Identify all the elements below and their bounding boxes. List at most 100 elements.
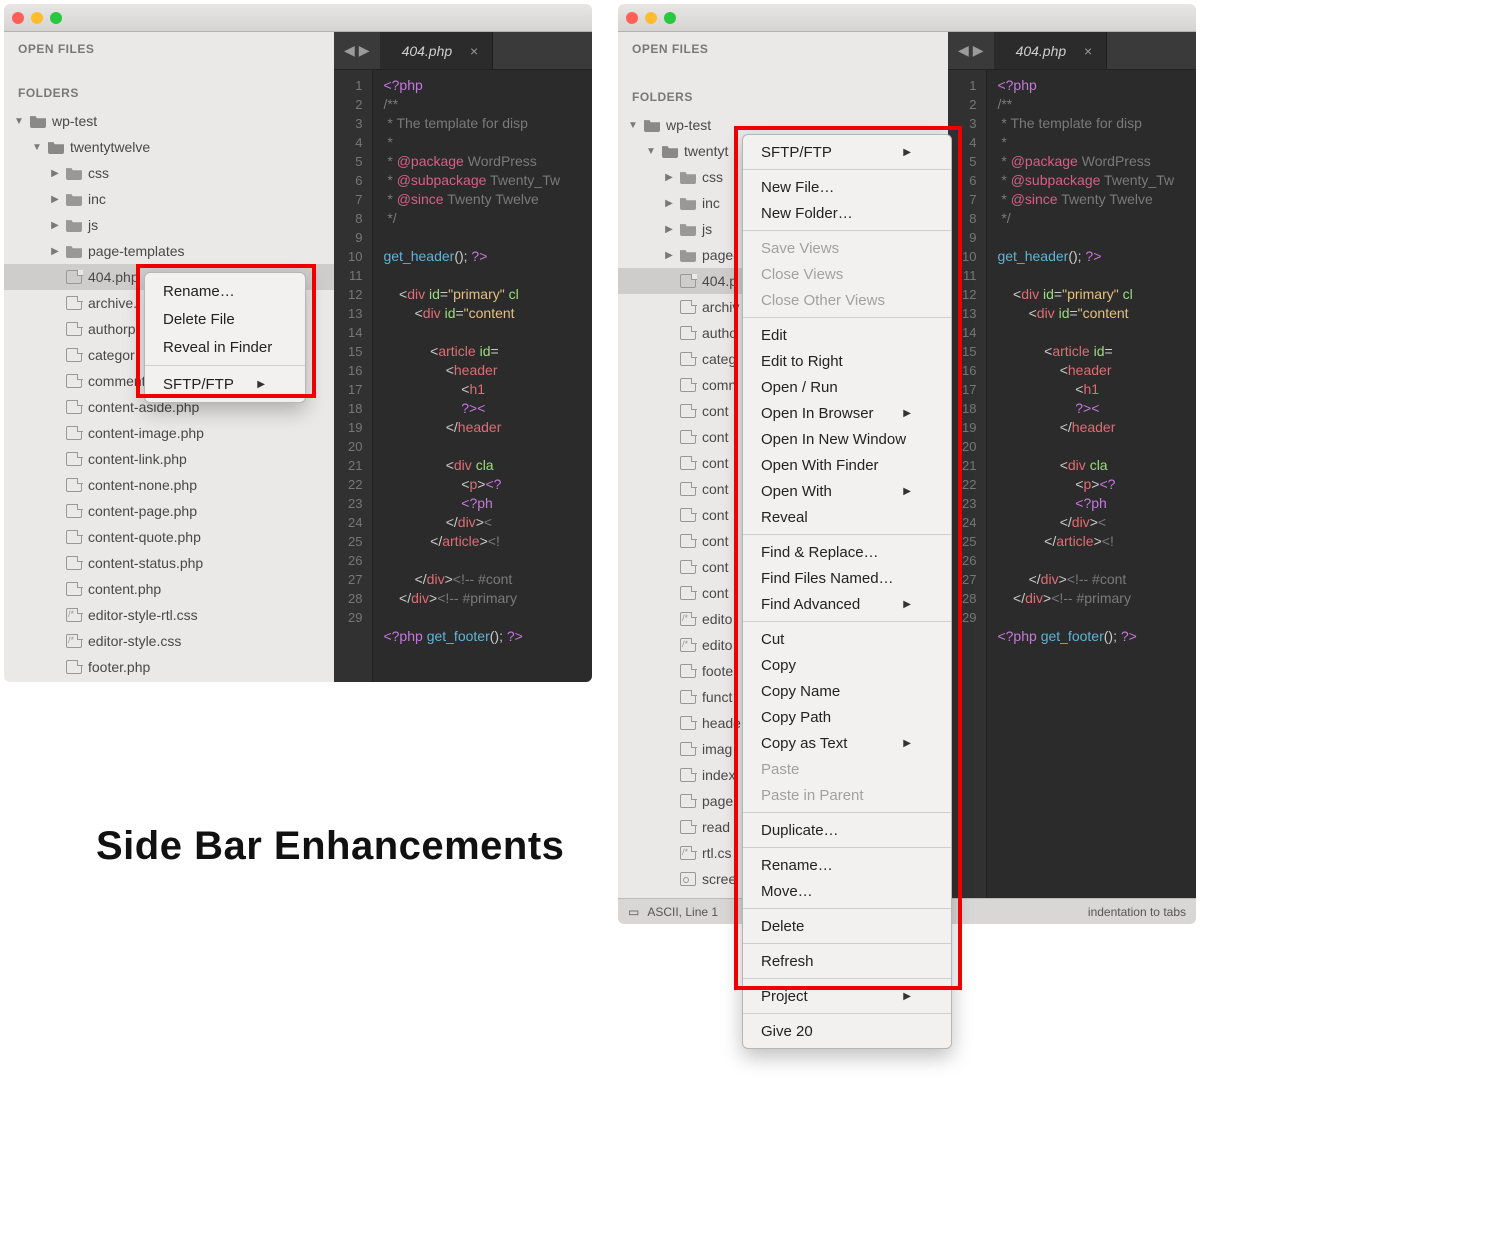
tree-label: comn	[702, 377, 736, 393]
tree-row[interactable]: content-image.php	[4, 420, 334, 446]
disclosure-icon[interactable]: ▼	[14, 116, 24, 127]
tree-label: page-templates	[88, 243, 185, 259]
file-icon	[66, 270, 82, 284]
menu-item[interactable]: Project	[743, 983, 951, 1009]
tab-404[interactable]: 404.php ×	[994, 32, 1108, 69]
tree-row[interactable]: content-status.php	[4, 550, 334, 576]
tree-row[interactable]: ▼ twentytwelve	[4, 134, 334, 160]
menu-item[interactable]: SFTP/FTP	[145, 370, 305, 398]
folder-icon	[66, 218, 82, 232]
menu-item[interactable]: Open With Finder	[743, 452, 951, 478]
disclosure-icon[interactable]: ▶	[50, 168, 60, 179]
menu-item[interactable]: Open / Run	[743, 374, 951, 400]
file-icon	[66, 660, 82, 674]
disclosure-icon[interactable]: ▼	[628, 120, 638, 131]
tree-row[interactable]: content.php	[4, 576, 334, 602]
menu-item[interactable]: Duplicate…	[743, 817, 951, 843]
menu-item[interactable]: Open In New Window	[743, 426, 951, 452]
menu-item[interactable]: Rename…	[743, 852, 951, 878]
tree-label: cont	[702, 403, 728, 419]
menu-item[interactable]: Reveal	[743, 504, 951, 530]
menu-item[interactable]: Rename…	[145, 277, 305, 305]
disclosure-icon[interactable]: ▼	[32, 142, 42, 153]
menu-separator	[743, 621, 951, 622]
menu-item[interactable]: Find Files Named…	[743, 565, 951, 591]
menu-item[interactable]: Find Advanced	[743, 591, 951, 617]
menu-item[interactable]: Move…	[743, 878, 951, 904]
disclosure-icon[interactable]: ▶	[50, 194, 60, 205]
tree-row[interactable]: footer.php	[4, 654, 334, 680]
context-menu-big[interactable]: SFTP/FTPNew File…New Folder…Save ViewsCl…	[742, 134, 952, 1049]
menu-label: Paste	[761, 761, 799, 778]
disclosure-icon[interactable]: ▶	[50, 220, 60, 231]
minimize-icon[interactable]	[645, 12, 657, 24]
tree-row[interactable]: content-link.php	[4, 446, 334, 472]
close-icon[interactable]	[12, 12, 24, 24]
tab-close-icon[interactable]: ×	[470, 43, 478, 59]
tab-close-icon[interactable]: ×	[1084, 43, 1092, 59]
menu-item[interactable]: Copy Name	[743, 678, 951, 704]
disclosure-icon[interactable]: ▶	[50, 246, 60, 257]
tree-row[interactable]: ▶ css	[4, 160, 334, 186]
menu-label: Move…	[761, 883, 813, 900]
file-icon	[66, 582, 82, 596]
tree-row[interactable]: editor-style-rtl.css	[4, 602, 334, 628]
nav-prev-icon[interactable]: ◀	[344, 42, 355, 59]
code-lines[interactable]: <?php/** * The template for disp * * @pa…	[987, 70, 1174, 898]
tab-404[interactable]: 404.php ×	[380, 32, 494, 69]
menu-item[interactable]: SFTP/FTP	[743, 139, 951, 165]
menu-item[interactable]: Open With	[743, 478, 951, 504]
menu-label: Close Other Views	[761, 292, 885, 309]
menu-item[interactable]: Open In Browser	[743, 400, 951, 426]
close-icon[interactable]	[626, 12, 638, 24]
menu-item[interactable]: Copy Path	[743, 704, 951, 730]
zoom-icon[interactable]	[50, 12, 62, 24]
menu-item[interactable]: Delete File	[145, 305, 305, 333]
disclosure-icon[interactable]: ▶	[664, 224, 674, 235]
tree-row[interactable]: ▶ js	[4, 212, 334, 238]
tree-row[interactable]: ▶ page-templates	[4, 238, 334, 264]
file-icon	[66, 374, 82, 388]
tree-row[interactable]: content-none.php	[4, 472, 334, 498]
menu-item[interactable]: Reveal in Finder	[145, 333, 305, 361]
tree-label: inc	[88, 191, 106, 207]
disclosure-icon[interactable]: ▶	[664, 250, 674, 261]
titlebar[interactable]	[618, 4, 1196, 32]
menu-item[interactable]: Refresh	[743, 948, 951, 974]
disclosure-icon[interactable]: ▶	[664, 172, 674, 183]
disclosure-icon[interactable]: ▶	[664, 198, 674, 209]
tree-row[interactable]: content-page.php	[4, 498, 334, 524]
menu-item[interactable]: Copy	[743, 652, 951, 678]
nav-next-icon[interactable]: ▶	[359, 42, 370, 59]
code-lines[interactable]: <?php/** * The template for disp * * @pa…	[373, 70, 560, 682]
menu-item[interactable]: Copy as Text	[743, 730, 951, 756]
file-icon	[680, 612, 696, 626]
tree-row[interactable]: content-quote.php	[4, 524, 334, 550]
tree-label: edito	[702, 611, 732, 627]
titlebar[interactable]	[4, 4, 592, 32]
menu-item[interactable]: Edit to Right	[743, 348, 951, 374]
tree-row[interactable]: ▶ inc	[4, 186, 334, 212]
editor[interactable]: ◀ ▶ 404.php × 12345678910111213141516171…	[334, 32, 592, 682]
editor[interactable]: ◀ ▶ 404.php × 12345678910111213141516171…	[948, 32, 1196, 898]
context-menu-small[interactable]: Rename…Delete FileReveal in Finder SFTP/F…	[144, 272, 306, 403]
file-icon	[66, 400, 82, 414]
folder-icon	[680, 222, 696, 236]
tree-row[interactable]: ▼ wp-test	[4, 108, 334, 134]
menu-item[interactable]: Edit	[743, 322, 951, 348]
nav-next-icon[interactable]: ▶	[973, 42, 984, 59]
tree-label: js	[702, 221, 712, 237]
menu-item[interactable]: Find & Replace…	[743, 539, 951, 565]
nav-prev-icon[interactable]: ◀	[958, 42, 969, 59]
tree-row[interactable]: editor-style.css	[4, 628, 334, 654]
tree-label: cont	[702, 533, 728, 549]
menu-item[interactable]: New Folder…	[743, 200, 951, 226]
minimize-icon[interactable]	[31, 12, 43, 24]
menu-item[interactable]: Delete	[743, 913, 951, 939]
menu-item[interactable]: Give 20	[743, 1018, 951, 1044]
disclosure-icon[interactable]: ▼	[646, 146, 656, 157]
menu-item[interactable]: Cut	[743, 626, 951, 652]
tree-label: rtl.cs	[702, 845, 732, 861]
zoom-icon[interactable]	[664, 12, 676, 24]
menu-item[interactable]: New File…	[743, 174, 951, 200]
